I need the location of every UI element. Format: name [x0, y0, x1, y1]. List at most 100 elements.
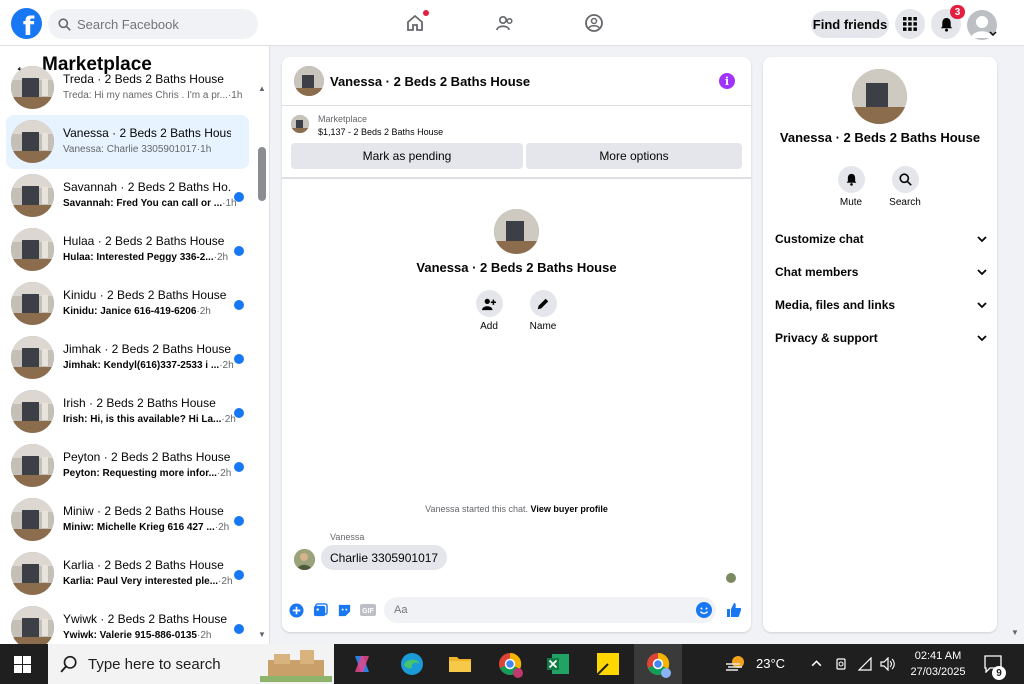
gif-icon[interactable]: GIF	[360, 602, 376, 618]
plus-circle-icon[interactable]	[288, 602, 304, 618]
pencil-icon[interactable]	[529, 290, 557, 317]
account-chevron-icon[interactable]	[989, 31, 997, 37]
more-options-button[interactable]: More options	[526, 143, 742, 169]
chevron-up-icon[interactable]	[810, 657, 824, 671]
file-explorer-icon[interactable]	[448, 652, 472, 676]
conversation-item[interactable]: Karlia · 2 Beds 2 Baths House Karlia: Pau…	[6, 547, 249, 601]
conversation-title: Jimhak · 2 Beds 2 Baths House	[63, 342, 231, 356]
conversation-item[interactable]: Ywiwk · 2 Beds 2 Baths House Ywiwk: Valer…	[6, 601, 249, 644]
chat-info-panel: Vanessa · 2 Beds 2 Baths House Mute Sear…	[763, 57, 997, 632]
conversation-title: Ywiwk · 2 Beds 2 Baths House	[63, 612, 228, 626]
listing-thumbnail[interactable]	[291, 115, 309, 133]
name-action[interactable]: Name	[518, 290, 568, 332]
like-thumb-icon[interactable]	[726, 602, 742, 618]
media-files-links-item[interactable]: Media, files and links	[775, 295, 987, 315]
facebook-logo-icon[interactable]: f	[11, 8, 42, 39]
unread-dot	[234, 408, 244, 418]
chat-header-title[interactable]: Vanessa · 2 Beds 2 Baths House	[330, 74, 530, 89]
chat-header-thumbnail[interactable]	[294, 66, 324, 96]
info-panel-avatar[interactable]	[852, 69, 907, 124]
conversation-preview: Ywiwk: Valerie 915-886-0135·2h	[63, 630, 243, 641]
conversation-item[interactable]: Miniw · 2 Beds 2 Baths House Miniw: Miche…	[6, 493, 249, 547]
home-icon[interactable]	[404, 10, 429, 34]
conversation-title: Miniw · 2 Beds 2 Baths House	[63, 504, 224, 518]
windows-start-icon[interactable]	[14, 656, 31, 673]
find-friends-button[interactable]: Find friends	[811, 11, 889, 38]
add-action[interactable]: Add	[464, 290, 514, 332]
info-icon[interactable]: i	[719, 73, 735, 89]
customize-chat-item[interactable]: Customize chat	[775, 229, 987, 249]
weather-icon[interactable]	[724, 654, 748, 674]
conversation-item[interactable]: Hulaa · 2 Beds 2 Baths House Hulaa: Inter…	[6, 223, 249, 277]
photo-icon[interactable]	[312, 602, 328, 618]
add-person-icon[interactable]	[475, 290, 503, 317]
media-files-links-label: Media, files and links	[775, 298, 896, 312]
clock-time: 02:41 AM	[914, 650, 962, 662]
search-icon[interactable]	[891, 166, 919, 193]
emoji-icon[interactable]	[696, 602, 712, 618]
facebook-search[interactable]	[48, 9, 258, 39]
conversation-preview: Irish: Hi, is this available? Hi La...·2…	[63, 414, 243, 425]
conversation-item[interactable]: Kinidu · 2 Beds 2 Baths House Kinidu: Jan…	[6, 277, 249, 331]
meet-icon[interactable]	[834, 657, 848, 671]
conversation-item[interactable]: Treda · 2 Beds 2 Baths House Treda: Hi my…	[6, 61, 249, 115]
scroll-down-arrow-icon[interactable]: ▼	[258, 630, 266, 639]
chat-members-item[interactable]: Chat members	[775, 262, 987, 282]
search-action[interactable]: Search	[885, 166, 925, 208]
groups-icon[interactable]	[583, 12, 605, 34]
unread-dot	[234, 516, 244, 526]
conversation-title: Hulaa · 2 Beds 2 Baths House	[63, 234, 225, 248]
network-icon[interactable]	[857, 656, 872, 671]
notification-count-badge: 9	[992, 666, 1006, 680]
listing-thumbnail	[11, 66, 54, 109]
conversation-time: 2h	[199, 306, 211, 317]
windows-taskbar: Type here to search 23°C 02:41 AM 27/03/2…	[0, 644, 1024, 684]
conversation-preview: Treda: Hi my names Chris . I'm a pr...·1…	[63, 90, 243, 101]
conversation-item[interactable]: Peyton · 2 Beds 2 Baths House Peyton: Req…	[6, 439, 249, 493]
conversation-title: Kinidu · 2 Beds 2 Baths House	[63, 288, 227, 302]
menu-grid-icon[interactable]	[895, 9, 925, 39]
bell-icon[interactable]	[837, 166, 865, 193]
conversation-preview: Kinidu: Janice 616-419-6206·2h	[63, 306, 243, 317]
chrome-profile-icon[interactable]	[498, 652, 523, 678]
mark-as-pending-button[interactable]: Mark as pending	[291, 143, 523, 169]
conversation-item[interactable]: Jimhak · 2 Beds 2 Baths House Jimhak: Ken…	[6, 331, 249, 385]
taskbar-clock[interactable]: 02:41 AM 27/03/2025	[898, 648, 978, 680]
speaker-icon[interactable]	[880, 656, 895, 672]
sender-avatar[interactable]	[294, 549, 315, 570]
privacy-support-item[interactable]: Privacy & support	[775, 328, 987, 348]
taskbar-search-box[interactable]: Type here to search	[48, 644, 334, 684]
conversation-preview: Peyton: Requesting more infor...·2h	[63, 468, 243, 479]
conversation-title: Peyton · 2 Beds 2 Baths House	[63, 450, 231, 464]
search-input[interactable]	[77, 16, 237, 32]
listing-thumbnail	[11, 552, 54, 595]
mute-action[interactable]: Mute	[831, 166, 871, 208]
conversation-item[interactable]: Irish · 2 Beds 2 Baths House Irish: Hi, i…	[6, 385, 249, 439]
friends-icon[interactable]	[494, 12, 516, 34]
customize-chat-label: Customize chat	[775, 232, 864, 246]
edge-icon[interactable]	[400, 652, 424, 676]
conversation-item[interactable]: Vanessa · 2 Beds 2 Baths House Vanessa: C…	[6, 115, 249, 169]
temperature-text[interactable]: 23°C	[756, 656, 785, 671]
sticker-icon[interactable]	[336, 602, 352, 618]
message-bubble[interactable]: Charlie 3305901017	[321, 545, 448, 570]
unread-dot	[234, 354, 244, 364]
conversation-preview-text: Savannah: Fred You can call or ...	[63, 198, 223, 209]
listing-price[interactable]: $1,137 - 2 Beds 2 Baths House	[318, 127, 443, 137]
message-input[interactable]	[384, 597, 716, 623]
page-scroll-down-arrow-icon[interactable]: ▼	[1011, 628, 1019, 637]
search-label: Search	[889, 197, 921, 208]
excel-icon[interactable]	[546, 652, 570, 676]
conversation-title: Karlia · 2 Beds 2 Baths House	[63, 558, 224, 572]
sidebar-scrollbar[interactable]	[258, 147, 266, 201]
copilot-icon[interactable]	[350, 652, 374, 676]
listing-bar: Marketplace $1,137 - 2 Beds 2 Baths Hous…	[282, 106, 751, 179]
chrome-active-icon[interactable]	[646, 652, 671, 678]
scroll-up-arrow-icon[interactable]: ▲	[258, 84, 266, 93]
mute-label: Mute	[839, 197, 863, 208]
conversation-preview: Hulaa: Interested Peggy 336-2...·2h	[63, 252, 243, 263]
view-buyer-profile-link[interactable]: View buyer profile	[531, 504, 608, 514]
conversation-item[interactable]: Savannah · 2 Beds 2 Baths Ho... Savannah:…	[6, 169, 249, 223]
sticky-notes-icon[interactable]	[596, 652, 620, 676]
chat-profile-avatar[interactable]	[494, 209, 539, 254]
